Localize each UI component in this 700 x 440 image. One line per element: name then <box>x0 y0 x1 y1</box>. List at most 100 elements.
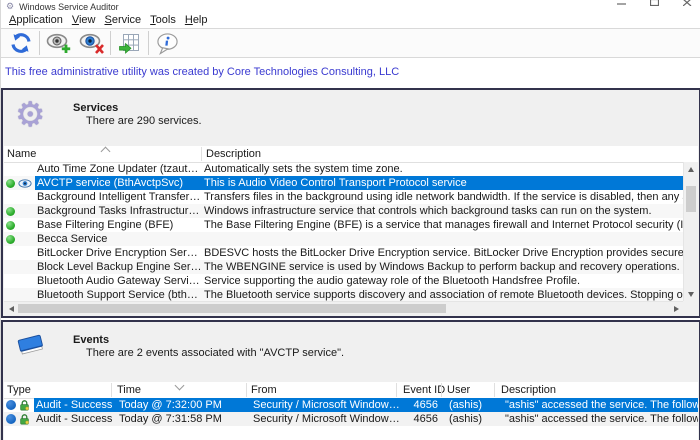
window-controls <box>617 0 692 6</box>
maximize-icon[interactable] <box>650 0 659 6</box>
scroll-up-arrow[interactable] <box>684 162 698 176</box>
toolbar-separator <box>148 31 149 55</box>
service-row[interactable]: Bluetooth Support Service (bthserv)The B… <box>4 288 683 301</box>
right-triangle-icon <box>674 306 679 312</box>
service-row[interactable]: Block Level Backup Engine Service (wb...… <box>4 260 683 274</box>
column-header-time[interactable]: Time <box>117 384 141 396</box>
event-description: "ashis" accessed the service. The follow… <box>501 398 698 412</box>
column-separator[interactable] <box>111 383 112 397</box>
service-row-icons <box>4 246 35 260</box>
event-from: Security / Microsoft Windows sec... <box>251 412 401 426</box>
menu-item-service[interactable]: Service <box>104 14 150 27</box>
audit-success-lock-icon <box>19 400 30 411</box>
running-status-icon <box>6 235 15 244</box>
scroll-right-arrow[interactable] <box>669 302 683 315</box>
service-name: Background Intelligent Transfer Service … <box>35 190 202 204</box>
menu-item-view[interactable]: View <box>72 14 105 27</box>
service-description: Automatically sets the system time zone. <box>202 162 683 176</box>
column-header-event-id[interactable]: Event ID <box>403 384 445 396</box>
toolbar-separator <box>39 31 40 55</box>
running-status-icon <box>6 221 15 230</box>
service-row-icons <box>4 162 35 176</box>
event-user: (ashis) <box>446 412 501 426</box>
service-row[interactable]: AVCTP service (BthAvctpSvc)This is Audio… <box>4 176 683 190</box>
service-row-icons <box>4 232 35 246</box>
service-row[interactable]: Background Tasks Infrastructure Service.… <box>4 204 683 218</box>
services-table: Name Description Auto Time Zone Updater … <box>4 146 698 315</box>
service-row[interactable]: Bluetooth Audio Gateway Service (BTA...S… <box>4 274 683 288</box>
scroll-down-arrow[interactable] <box>684 287 698 301</box>
scroll-left-arrow[interactable] <box>4 302 18 315</box>
app-icon: ⚙ <box>6 2 14 11</box>
column-header-description[interactable]: Description <box>501 384 556 396</box>
refresh-button[interactable] <box>4 30 37 56</box>
column-header-description[interactable]: Description <box>206 148 261 160</box>
banner: This free administrative utility was cre… <box>1 58 700 88</box>
services-table-header: Name Description <box>4 146 698 163</box>
services-vertical-scrollbar[interactable] <box>683 162 698 301</box>
service-row-icons <box>4 190 35 204</box>
event-type: Audit - Success <box>34 412 116 426</box>
minimize-icon[interactable] <box>617 0 626 6</box>
services-horizontal-scrollbar[interactable] <box>4 301 683 315</box>
event-row-icons <box>4 398 34 412</box>
service-row[interactable]: Base Filtering Engine (BFE)The Base Filt… <box>4 218 683 232</box>
events-panel: Events There are 2 events associated wit… <box>1 320 700 440</box>
menu-item-help[interactable]: Help <box>185 14 217 27</box>
service-row-icons <box>4 218 35 232</box>
menu-item-application[interactable]: Application <box>9 14 72 27</box>
export-grid-button[interactable] <box>113 30 146 56</box>
column-header-from[interactable]: From <box>251 384 277 396</box>
column-header-user[interactable]: User <box>447 384 470 396</box>
service-name: Block Level Backup Engine Service (wb... <box>35 260 202 274</box>
sort-ascending-icon <box>101 147 111 157</box>
event-row[interactable]: Audit - SuccessToday @ 7:32:00 PMSecurit… <box>4 398 698 412</box>
about-button[interactable] <box>151 30 184 56</box>
service-row-icons <box>4 274 35 288</box>
service-row[interactable]: Background Intelligent Transfer Service … <box>4 190 683 204</box>
refresh-icon <box>9 31 33 55</box>
banner-link[interactable]: This free administrative utility was cre… <box>5 66 399 78</box>
event-type-circle-icon <box>6 400 16 410</box>
up-triangle-icon <box>688 167 694 172</box>
services-gear-icon: ⚙ <box>15 98 45 132</box>
service-row[interactable]: Auto Time Zone Updater (tzautoupdate)Aut… <box>4 162 683 176</box>
column-separator[interactable] <box>201 147 202 161</box>
remove-watch-eye-icon <box>79 32 105 54</box>
service-name: Bluetooth Support Service (bthserv) <box>35 288 202 301</box>
column-separator[interactable] <box>246 383 247 397</box>
service-row[interactable]: Becca Service <box>4 232 683 246</box>
add-watch-button[interactable] <box>42 30 75 56</box>
toolbar <box>1 29 700 58</box>
remove-watch-button[interactable] <box>75 30 108 56</box>
service-name: BitLocker Drive Encryption Service (BDE.… <box>35 246 202 260</box>
left-triangle-icon <box>9 306 14 312</box>
event-description: "ashis" accessed the service. The follow… <box>501 412 698 426</box>
menu-item-tools[interactable]: Tools <box>150 14 185 27</box>
column-separator[interactable] <box>396 383 397 397</box>
event-row-icons <box>4 412 34 426</box>
close-icon[interactable] <box>683 0 692 6</box>
vertical-scroll-thumb[interactable] <box>686 186 696 212</box>
events-count: There are 2 events associated with "AVCT… <box>86 347 344 359</box>
service-row-icons <box>4 204 35 218</box>
down-triangle-icon <box>688 292 694 297</box>
events-book-icon <box>15 330 47 365</box>
event-from: Security / Microsoft Windows sec... <box>251 398 401 412</box>
service-description: Service supporting the audio gateway rol… <box>202 274 683 288</box>
horizontal-scroll-thumb[interactable] <box>18 304 446 313</box>
menu-bar: ApplicationViewServiceToolsHelp <box>1 13 700 29</box>
event-row[interactable]: Audit - SuccessToday @ 7:31:58 PMSecurit… <box>4 412 698 426</box>
running-status-icon <box>6 179 15 188</box>
service-row[interactable]: BitLocker Drive Encryption Service (BDE.… <box>4 246 683 260</box>
column-separator[interactable] <box>441 383 442 397</box>
export-grid-icon <box>118 31 142 55</box>
column-header-type[interactable]: Type <box>7 384 31 396</box>
column-header-name[interactable]: Name <box>7 148 36 160</box>
event-id: 4656 <box>401 412 446 426</box>
window-service-auditor: ⚙ Windows Service Auditor ApplicationVie… <box>0 0 700 440</box>
scrollbar-corner <box>683 301 698 315</box>
info-balloon-icon <box>155 32 180 55</box>
column-separator[interactable] <box>494 383 495 397</box>
services-panel: ⚙ Services There are 290 services. Name … <box>1 88 700 318</box>
